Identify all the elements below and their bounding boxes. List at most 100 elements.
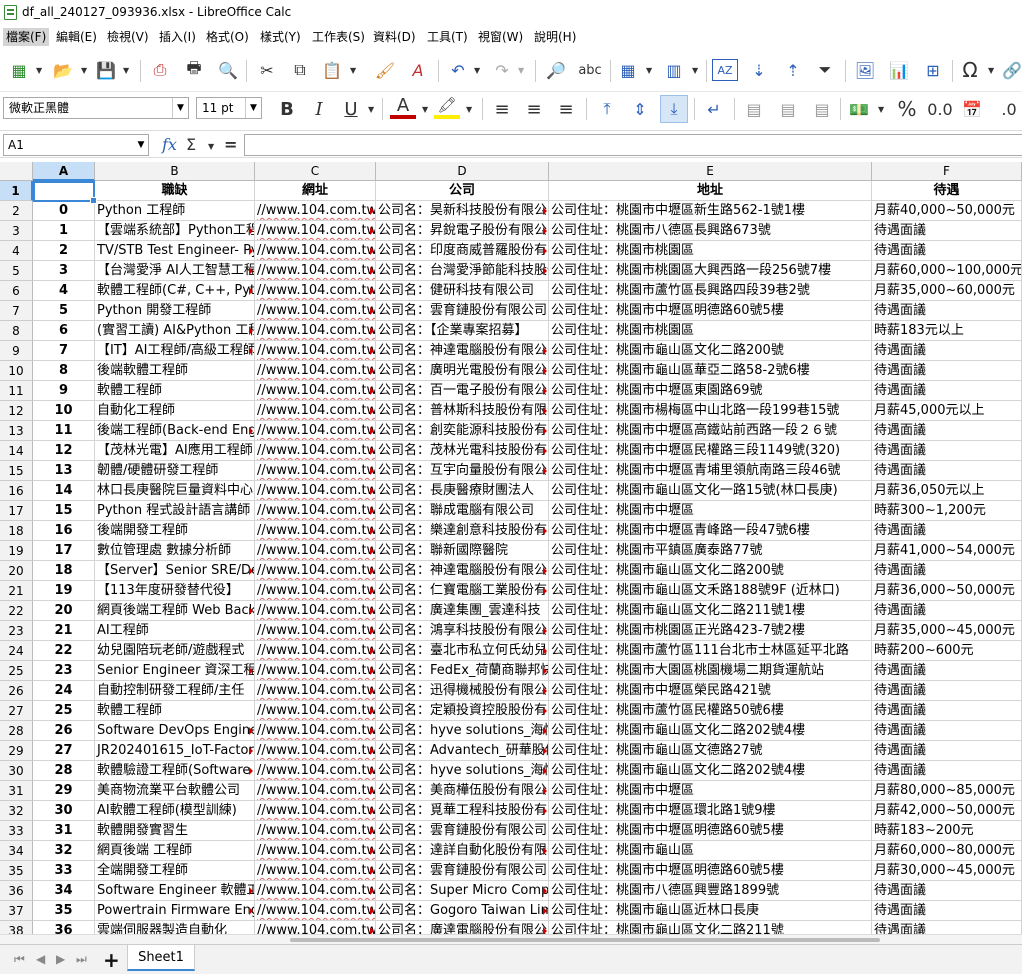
cell-index[interactable]: 22 xyxy=(33,641,95,661)
cell-address[interactable]: 公司住址：桃園市八德區長興路673號 xyxy=(549,221,872,241)
cell-salary[interactable]: 待遇面議 xyxy=(872,701,1022,721)
cell-company[interactable]: 公司名：美商樺伍股份有限公司 xyxy=(376,781,549,801)
cell-address[interactable]: 公司住址：桃園市中壢區環北路1號9樓 xyxy=(549,801,872,821)
cell-index[interactable]: 19 xyxy=(33,581,95,601)
cell-address[interactable]: 公司住址：桃園市楊梅區中山北路一段199巷15號 xyxy=(549,401,872,421)
cell-job-title[interactable]: Powertrain Firmware Engineer xyxy=(95,901,255,921)
cell-salary[interactable]: 待遇 xyxy=(872,181,1022,201)
sum-icon[interactable]: Σ xyxy=(186,135,196,154)
align-left-icon[interactable]: ≡ xyxy=(490,97,514,121)
cell-salary[interactable]: 月薪42,000~50,000元 xyxy=(872,801,1022,821)
cell-salary[interactable]: 月薪80,000~85,000元 xyxy=(872,781,1022,801)
cell-job-title[interactable]: 軟體工程師 xyxy=(95,381,255,401)
row-header[interactable]: 35 xyxy=(0,861,33,881)
cell-address[interactable]: 公司住址：桃園市龜山區華亞二路58-2號6樓 xyxy=(549,361,872,381)
cell-address[interactable]: 公司住址：桃園市八德區興豐路1899號 xyxy=(549,881,872,901)
cell-job-title[interactable]: Python 程式設計語言講師 xyxy=(95,501,255,521)
cell-job-title[interactable]: Python 開發工程師 xyxy=(95,301,255,321)
cell-index[interactable]: 15 xyxy=(33,501,95,521)
cell-index[interactable]: 12 xyxy=(33,441,95,461)
cell-salary[interactable]: 待遇面議 xyxy=(872,441,1022,461)
cell-index[interactable] xyxy=(33,181,95,201)
cell-company[interactable]: 公司名：健研科技有限公司 xyxy=(376,281,549,301)
cell-url[interactable]: //www.104.com.tw/ xyxy=(255,841,376,861)
cell-address[interactable]: 公司住址：桃園市平鎮區廣泰路77號 xyxy=(549,541,872,561)
cell-job-title[interactable]: 軟體開發實習生 xyxy=(95,821,255,841)
cell-company[interactable]: 公司名：百一電子股份有限公司 xyxy=(376,381,549,401)
cell-address[interactable]: 地址 xyxy=(549,181,872,201)
cell-job-title[interactable]: Software DevOps Engineer xyxy=(95,721,255,741)
menu-tools[interactable]: 工具(T) xyxy=(424,28,471,46)
cell-company[interactable]: 公司名：昊新科技股份有限公司 xyxy=(376,201,549,221)
cell-url[interactable]: //www.104.com.tw/ xyxy=(255,801,376,821)
cell-company[interactable]: 公司名：雲育鏈股份有限公司 xyxy=(376,861,549,881)
highlight-dropdown-icon[interactable]: ▼ xyxy=(466,105,472,114)
cell-company[interactable]: 公司名：Super Micro Computer xyxy=(376,881,549,901)
cell-address[interactable]: 公司住址：桃園市龜山區文化二路200號 xyxy=(549,561,872,581)
cell-job-title[interactable]: AI工程師 xyxy=(95,621,255,641)
cell-job-title[interactable]: 韌體/硬體研發工程師 xyxy=(95,461,255,481)
row-header[interactable]: 13 xyxy=(0,421,33,441)
cell-url[interactable]: //www.104.com.tw/ xyxy=(255,281,376,301)
cell-address[interactable]: 公司住址：桃園市蘆竹區民權路50號6樓 xyxy=(549,701,872,721)
cell-url[interactable]: //www.104.com.tw/ xyxy=(255,661,376,681)
cell-company[interactable]: 公司名：覓華工程科技股份有限公司 xyxy=(376,801,549,821)
cell-job-title[interactable]: 自動化工程師 xyxy=(95,401,255,421)
scrollbar-thumb[interactable] xyxy=(290,938,880,942)
row-header[interactable]: 15 xyxy=(0,461,33,481)
cell-job-title[interactable]: TV/STB Test Engineer- Python xyxy=(95,241,255,261)
row-header[interactable]: 14 xyxy=(0,441,33,461)
redo-dropdown-icon[interactable]: ▼ xyxy=(518,66,524,75)
add-sheet-icon[interactable]: + xyxy=(103,948,120,972)
cell-index[interactable]: 14 xyxy=(33,481,95,501)
italic-icon[interactable]: I xyxy=(306,97,332,121)
row-header[interactable]: 24 xyxy=(0,641,33,661)
cell-salary[interactable]: 待遇面議 xyxy=(872,681,1022,701)
clone-formatting-icon[interactable]: 🖌 xyxy=(373,59,397,81)
cell-address[interactable]: 公司住址：桃園市桃園區正光路423-7號2樓 xyxy=(549,621,872,641)
special-character-icon[interactable]: Ω xyxy=(958,58,982,82)
cell-address[interactable]: 公司住址：桃園市中壢區榮民路421號 xyxy=(549,681,872,701)
pivot-table-icon[interactable]: ⊞ xyxy=(920,59,946,81)
menu-view[interactable]: 檢視(V) xyxy=(104,28,152,46)
row-header[interactable]: 2 xyxy=(0,201,33,221)
special-character-dropdown-icon[interactable]: ▼ xyxy=(988,66,994,75)
cell-address[interactable]: 公司住址：桃園市桃園區大興西路一段256號7樓 xyxy=(549,261,872,281)
menu-window[interactable]: 視窗(W) xyxy=(475,28,526,46)
redo-icon[interactable]: ↷ xyxy=(490,59,514,81)
undo-dropdown-icon[interactable]: ▼ xyxy=(474,66,480,75)
row-header[interactable]: 33 xyxy=(0,821,33,841)
cell-address[interactable]: 公司住址：桃園市龜山區文化二路211號1樓 xyxy=(549,601,872,621)
cell-address[interactable]: 公司住址：桃園市中壢區青埔里領航南路三段46號 xyxy=(549,461,872,481)
sheet-tab-sheet1[interactable]: Sheet1 xyxy=(127,945,195,971)
cell-address[interactable]: 公司住址：桃園市蘆竹區長興路四段39巷2號 xyxy=(549,281,872,301)
cell-salary[interactable]: 待遇面議 xyxy=(872,521,1022,541)
row-header[interactable]: 11 xyxy=(0,381,33,401)
cell-url[interactable]: //www.104.com.tw/ xyxy=(255,601,376,621)
cell-index[interactable]: 4 xyxy=(33,281,95,301)
cell-url[interactable]: //www.104.com.tw/ xyxy=(255,701,376,721)
cell-company[interactable]: 公司名：昇銳電子股份有限公司 xyxy=(376,221,549,241)
cell-salary[interactable]: 待遇面議 xyxy=(872,661,1022,681)
cell-url[interactable]: //www.104.com.tw/ xyxy=(255,761,376,781)
row-header[interactable]: 31 xyxy=(0,781,33,801)
cell-job-title[interactable]: 職缺 xyxy=(95,181,255,201)
cell-salary[interactable]: 待遇面議 xyxy=(872,561,1022,581)
undo-icon[interactable]: ↶ xyxy=(446,59,470,81)
cell-salary[interactable]: 待遇面議 xyxy=(872,921,1022,934)
font-size-box[interactable]: 11 pt ▼ xyxy=(196,97,262,119)
autofilter-icon[interactable]: ⏷ xyxy=(812,59,838,81)
cell-address[interactable]: 公司住址：桃園市龜山區近林口長庚 xyxy=(549,901,872,921)
insert-image-icon[interactable]: 🖼 xyxy=(852,59,878,81)
column-header-b[interactable]: B xyxy=(95,162,255,181)
wrap-text-icon[interactable]: ↵ xyxy=(702,97,726,121)
cell-url[interactable]: //www.104.com.tw/ xyxy=(255,301,376,321)
align-right-icon[interactable]: ≡ xyxy=(554,97,578,121)
cell-company[interactable]: 公司名：茂林光電科技股份有限公司 xyxy=(376,441,549,461)
cell-address[interactable]: 公司住址：桃園市蘆竹區111台北市士林區延平北路 xyxy=(549,641,872,661)
cell-address[interactable]: 公司住址：桃園市中壢區民權路三段1149號(320) xyxy=(549,441,872,461)
cell-url[interactable]: //www.104.com.tw/ xyxy=(255,261,376,281)
row-header[interactable]: 16 xyxy=(0,481,33,501)
font-color-icon[interactable]: A xyxy=(390,95,416,119)
cell-job-title[interactable]: 【茂林光電】AI應用工程師 xyxy=(95,441,255,461)
